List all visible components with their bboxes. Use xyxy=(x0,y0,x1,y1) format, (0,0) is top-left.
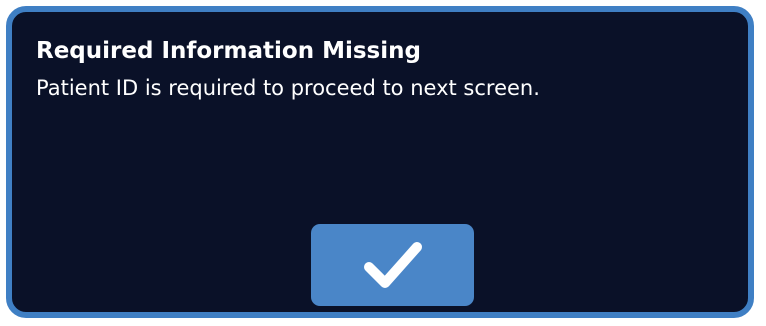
checkmark-icon xyxy=(363,242,422,288)
alert-dialog: Required Information Missing Patient ID … xyxy=(6,6,754,318)
dialog-title: Required Information Missing xyxy=(36,38,421,64)
confirm-button[interactable] xyxy=(311,224,474,306)
dialog-message: Patient ID is required to proceed to nex… xyxy=(36,76,540,100)
